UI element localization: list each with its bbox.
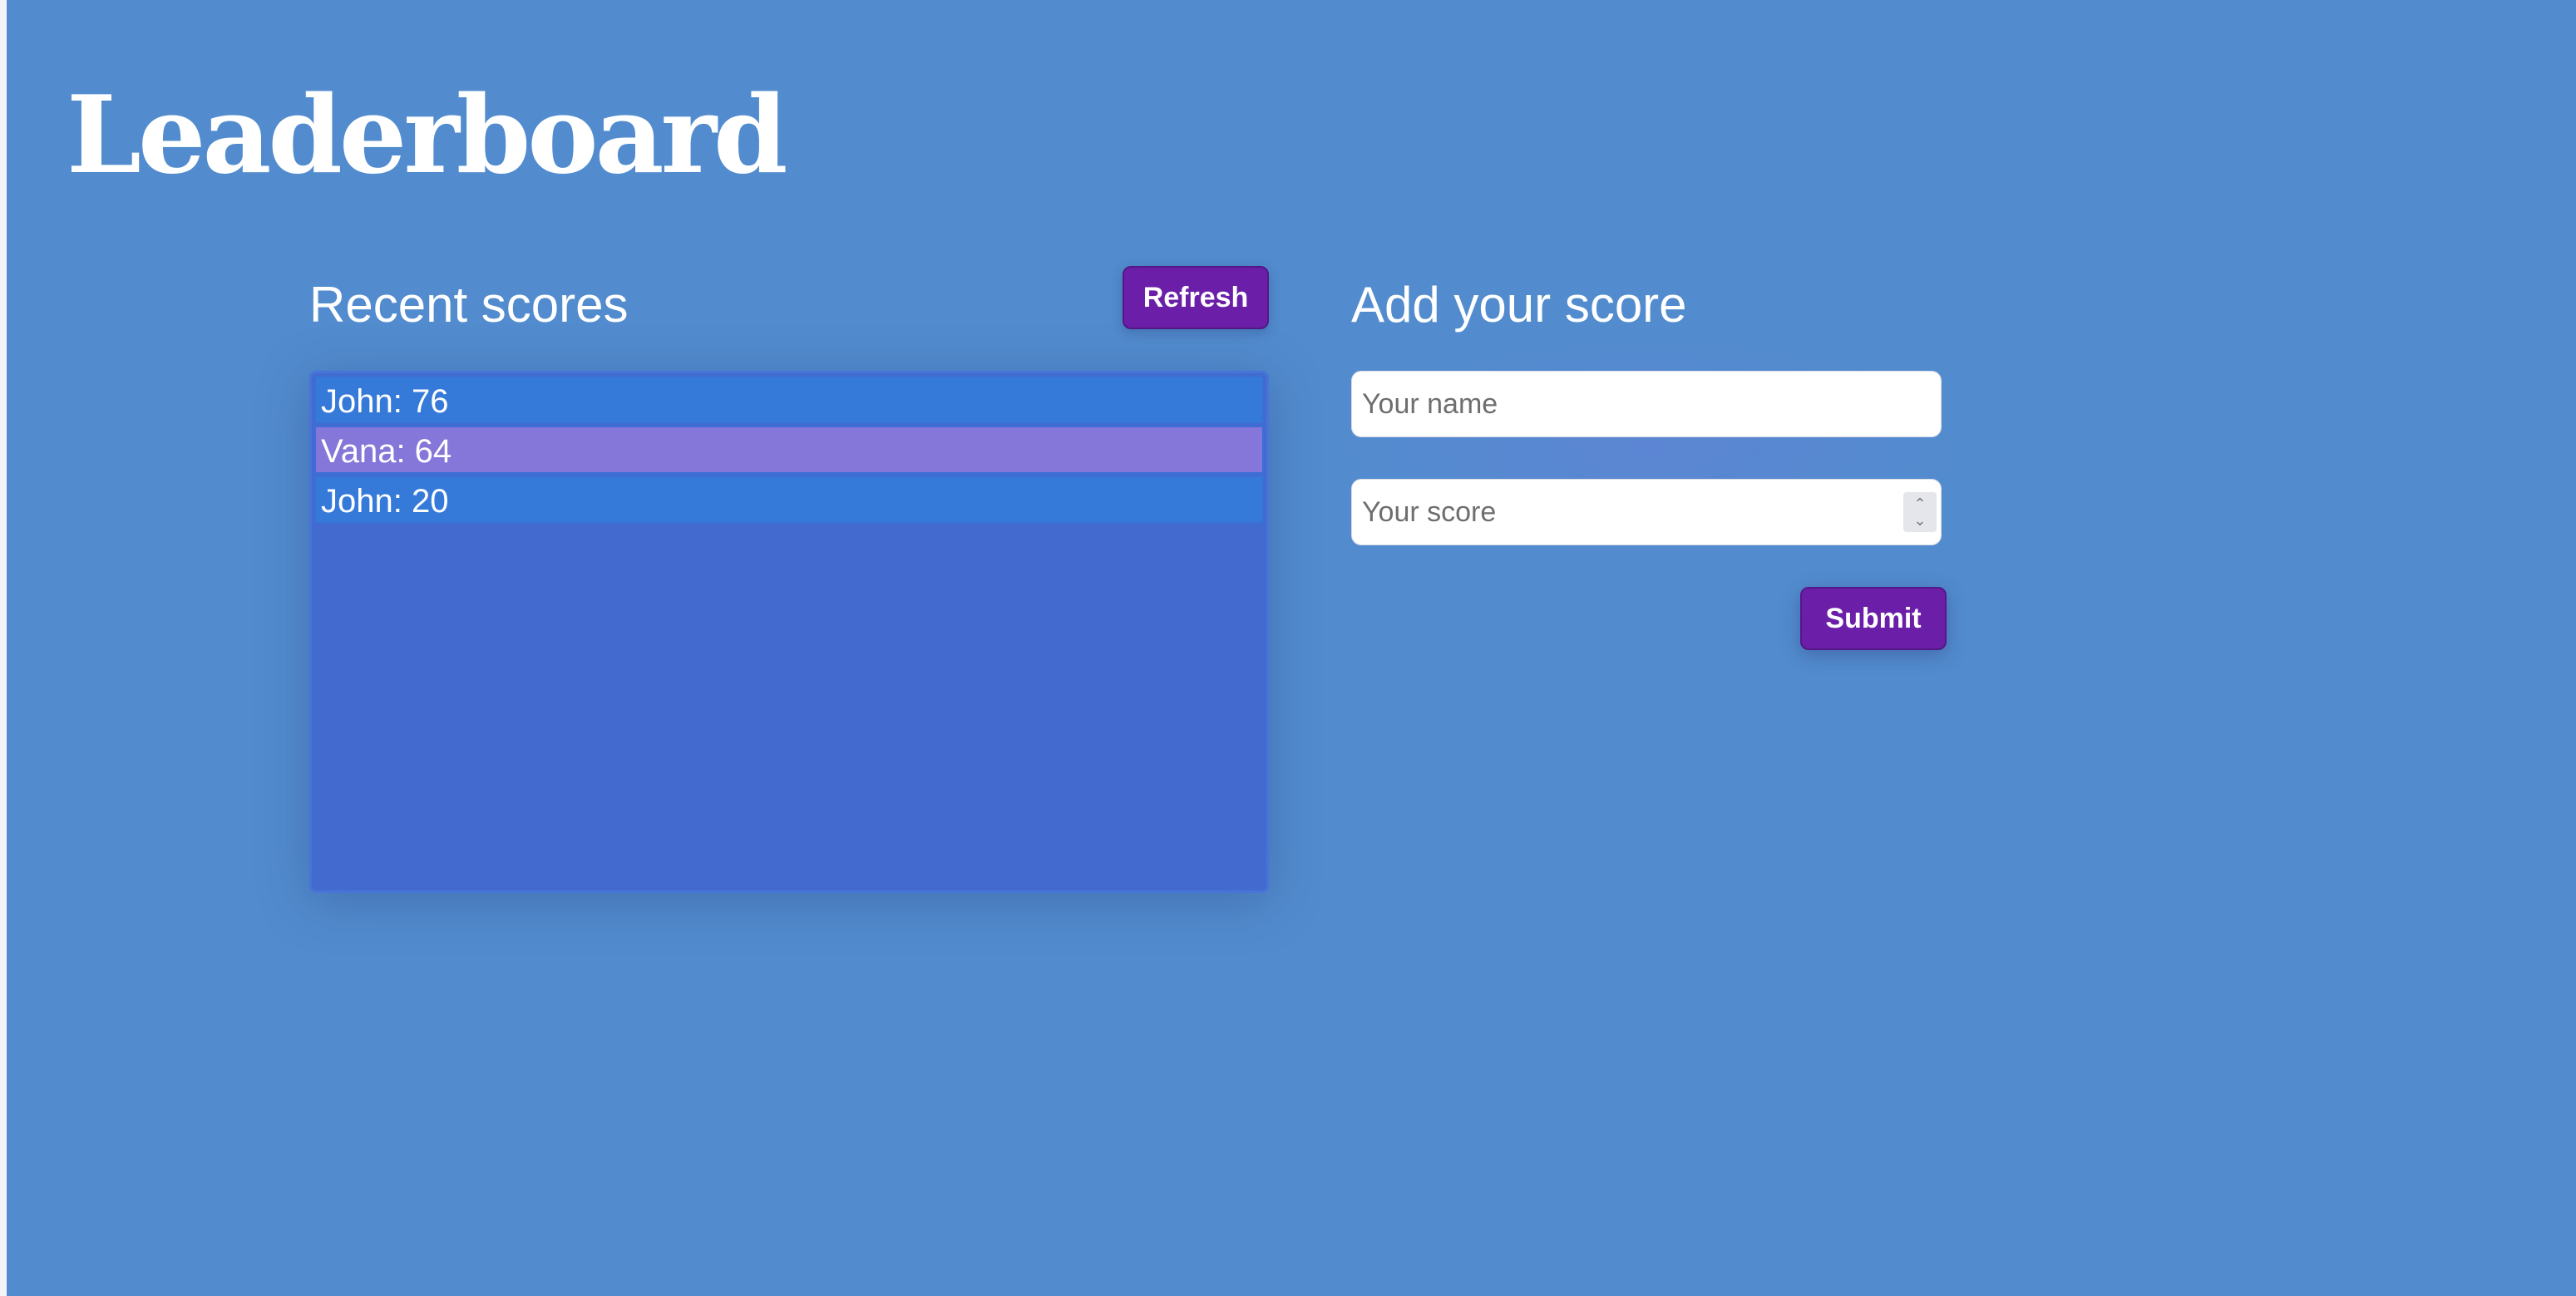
score-list[interactable]: John: 76 Vana: 64 John: 20 bbox=[309, 371, 1269, 893]
score-list-item[interactable]: John: 76 bbox=[314, 376, 1264, 424]
score-stepper[interactable]: ⌃ ⌄ bbox=[1903, 492, 1937, 532]
score-list-item[interactable]: John: 20 bbox=[314, 476, 1264, 524]
chevron-down-icon[interactable]: ⌄ bbox=[1913, 513, 1926, 528]
chevron-up-icon[interactable]: ⌃ bbox=[1913, 496, 1926, 511]
page-title: Leaderboard bbox=[67, 73, 787, 198]
recent-scores-heading: Recent scores bbox=[309, 277, 629, 333]
window-edge bbox=[0, 0, 7, 1296]
add-score-heading: Add your score bbox=[1351, 277, 1687, 333]
score-list-item[interactable]: Vana: 64 bbox=[314, 426, 1264, 474]
score-field-wrapper: ⌃ ⌄ bbox=[1351, 479, 1942, 545]
score-input[interactable] bbox=[1351, 479, 1942, 545]
refresh-button[interactable]: Refresh bbox=[1123, 266, 1269, 329]
submit-button[interactable]: Submit bbox=[1800, 587, 1947, 650]
name-input[interactable] bbox=[1351, 371, 1942, 437]
